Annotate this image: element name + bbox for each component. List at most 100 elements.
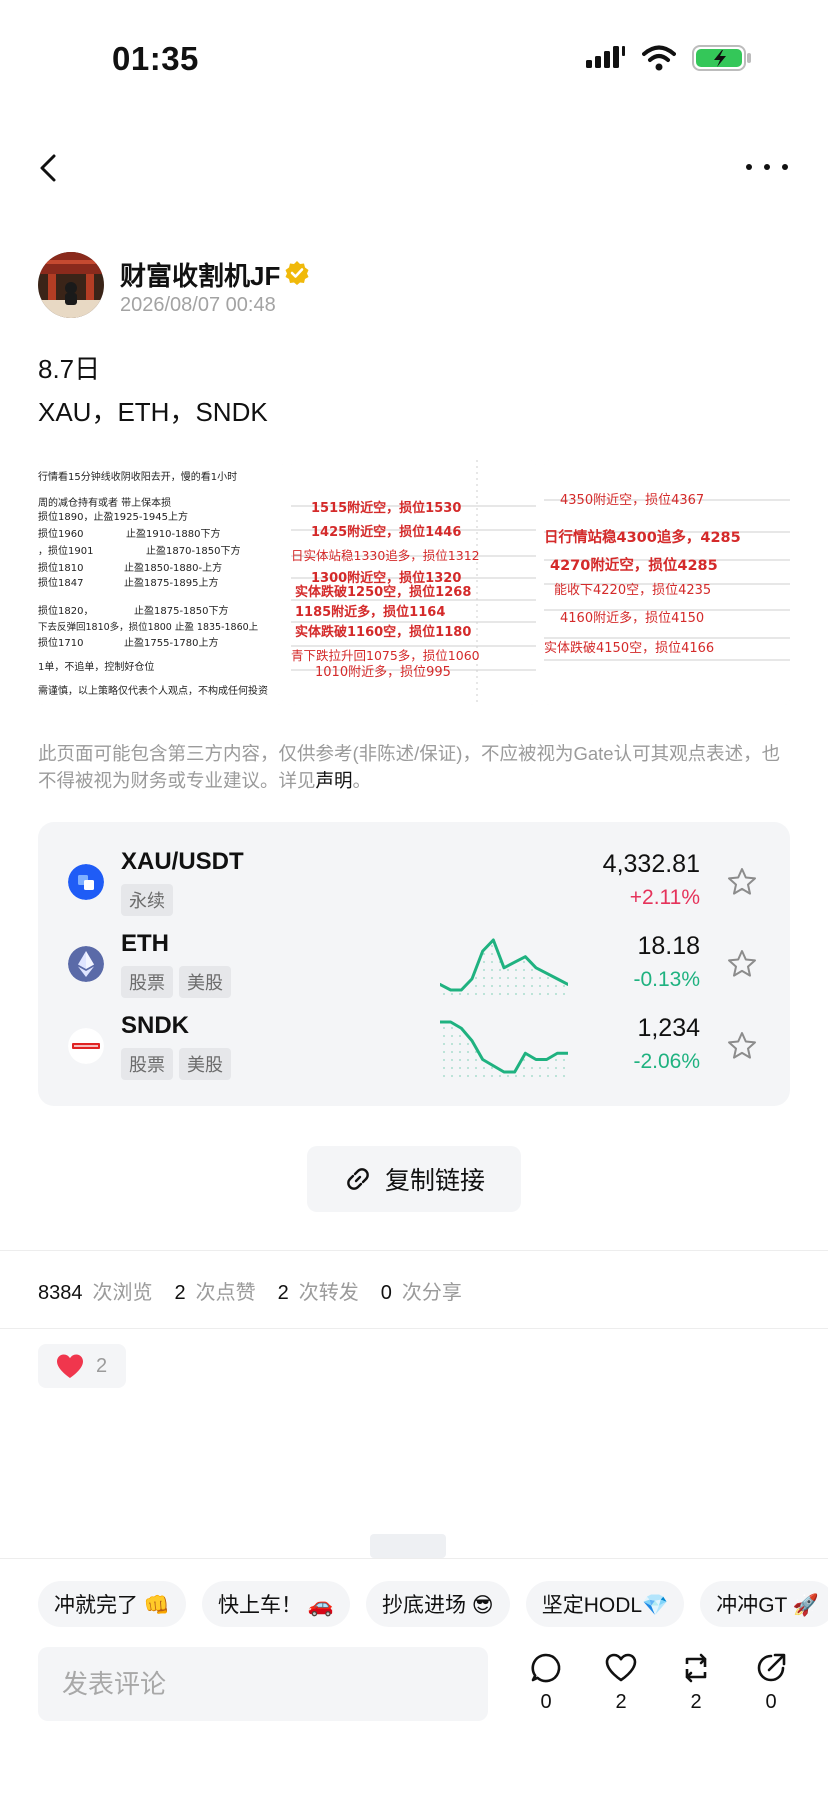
top-nav bbox=[0, 140, 828, 200]
sparkline-fill-dot bbox=[443, 1075, 445, 1077]
copy-link-button[interactable]: 复制链接 bbox=[307, 1146, 521, 1212]
sparkline-fill-dot bbox=[451, 1035, 453, 1037]
sparkline-fill-dot bbox=[539, 1067, 541, 1069]
sparkline-fill-dot bbox=[555, 1075, 557, 1077]
sparkline-fill-dot bbox=[515, 1075, 517, 1077]
img1-text: 止盈1875-1850下方 bbox=[134, 604, 229, 617]
sparkline-fill-dot bbox=[547, 985, 549, 987]
img3-text: 4350附近空，损位4367 bbox=[560, 493, 704, 508]
sparkline-fill-dot bbox=[515, 985, 517, 987]
sparkline-fill-dot bbox=[547, 977, 549, 979]
sparkline-fill-dot bbox=[467, 1043, 469, 1045]
sparkline-fill-dot bbox=[483, 1067, 485, 1069]
market-row[interactable]: XAU/USDT 永续 4,332.81 +2.11% bbox=[38, 848, 790, 924]
repost-count: 2 bbox=[690, 1691, 702, 1713]
shares-label: 次分享 bbox=[401, 1282, 462, 1304]
like-heart-icon bbox=[605, 1653, 637, 1682]
market-row[interactable]: SNDK 股票 美股 1,234 -2.06% bbox=[38, 1012, 790, 1088]
img1-text: 损位1810 bbox=[38, 561, 83, 574]
share-action[interactable]: 0 bbox=[746, 1651, 796, 1727]
more-options-icon[interactable] bbox=[742, 152, 792, 182]
sparkline-fill-dot bbox=[483, 969, 485, 971]
copy-link-label: 复制链接 bbox=[384, 1167, 485, 1195]
sparkline-fill-dot bbox=[515, 969, 517, 971]
eth-icon bbox=[68, 946, 104, 982]
sparkline-fill-dot bbox=[499, 969, 501, 971]
img1-text: 需谨慎，以上策略仅代表个人观点，不构成任何投资 bbox=[38, 684, 268, 697]
sparkline-fill-dot bbox=[547, 993, 549, 995]
author-header[interactable]: 财富收割机JF 2026/08/07 00:48 bbox=[38, 252, 738, 322]
like-count: 2 bbox=[615, 1691, 627, 1713]
sparkline-fill-dot bbox=[491, 945, 493, 947]
sparkline-fill-dot bbox=[539, 1075, 541, 1077]
market-price: 4,332.81 bbox=[602, 850, 700, 878]
sparkline-fill-dot bbox=[563, 1075, 565, 1077]
sndk-logo-icon bbox=[68, 1028, 104, 1064]
sparkline-fill-dot bbox=[475, 977, 477, 979]
status-bar: 01:35 bbox=[0, 0, 828, 110]
sparkline-fill-dot bbox=[547, 1075, 549, 1077]
sparkline-fill-dot bbox=[523, 1075, 525, 1077]
heart-icon bbox=[57, 1354, 83, 1378]
divider bbox=[0, 1250, 828, 1251]
sparkline-fill-dot bbox=[531, 1067, 533, 1069]
comment-action[interactable]: 0 bbox=[521, 1651, 571, 1727]
sparkline-fill-dot bbox=[467, 1067, 469, 1069]
img2-text: 实体跌破1160空，损位1180 bbox=[295, 624, 471, 640]
img3-text: 4270附近空，损位4285 bbox=[550, 556, 718, 574]
sparkline-fill-dot bbox=[499, 985, 501, 987]
disclaimer-link[interactable]: 声明 bbox=[316, 770, 353, 791]
xau-token-icon bbox=[68, 864, 104, 900]
sparkline-fill-dot bbox=[475, 1075, 477, 1077]
sparkline-fill-dot bbox=[475, 993, 477, 995]
sparkline-fill-dot bbox=[555, 985, 557, 987]
author-name[interactable]: 财富收割机JF bbox=[120, 256, 280, 293]
star-icon[interactable] bbox=[726, 866, 758, 898]
like-action[interactable]: 2 bbox=[596, 1651, 646, 1727]
sparkline-fill-dot bbox=[539, 985, 541, 987]
sparkline-fill-dot bbox=[443, 1027, 445, 1029]
sparkline-fill-dot bbox=[507, 977, 509, 979]
back-chevron-icon[interactable] bbox=[30, 148, 70, 188]
shares-count: 0 bbox=[380, 1282, 392, 1304]
sparkline-fill-dot bbox=[523, 993, 525, 995]
img1-text: 止盈1850-1880-上方 bbox=[124, 561, 222, 574]
sparkline-line bbox=[440, 1020, 568, 1074]
sparkline-fill-dot bbox=[459, 1075, 461, 1077]
star-icon[interactable] bbox=[726, 1030, 758, 1062]
sparkline-fill-dot bbox=[491, 961, 493, 963]
market-row[interactable]: ETH 股票 美股 18.18 -0.13% bbox=[38, 930, 790, 1006]
sparkline-fill-dot bbox=[451, 1067, 453, 1069]
quick-reply-chip[interactable]: 快上车！ 🚗 bbox=[201, 1581, 350, 1627]
star-icon[interactable] bbox=[726, 948, 758, 980]
sparkline-fill-dot bbox=[555, 1067, 557, 1069]
sparkline-fill-dot bbox=[491, 993, 493, 995]
repost-action[interactable]: 2 bbox=[671, 1651, 721, 1727]
market-change: -2.06% bbox=[633, 1050, 700, 1073]
heart-reaction[interactable]: 2 bbox=[38, 1344, 126, 1388]
sparkline-fill-dot bbox=[443, 1059, 445, 1061]
sparkline-fill-dot bbox=[467, 993, 469, 995]
reaction-count: 2 bbox=[96, 1354, 108, 1377]
sparkline-fill-dot bbox=[491, 1075, 493, 1077]
quick-reply-chip[interactable]: 坚定HODL💎 bbox=[525, 1581, 685, 1627]
sparkline-fill-dot bbox=[483, 993, 485, 995]
share-count: 0 bbox=[765, 1691, 777, 1713]
post-image-2[interactable]: 1515附近空，损位1530 1425附近空，损位1446 日实体站稳1330追… bbox=[291, 460, 536, 705]
post-image-1[interactable]: 行情看15分钟线收阴收阳去开，慢的看1小时 周的减仓持有或者 带上保本损 损位1… bbox=[38, 460, 283, 705]
quick-reply-chip[interactable]: 抄底进场 😎 bbox=[365, 1581, 510, 1627]
likes-label: 次点赞 bbox=[195, 1282, 256, 1304]
comment-input[interactable] bbox=[38, 1647, 488, 1721]
sparkline-fill-dot bbox=[451, 1075, 453, 1077]
sparkline-fill-dot bbox=[531, 977, 533, 979]
img2-text: 青下跌拉升回1075多，损位1060 bbox=[291, 648, 480, 663]
avatar[interactable] bbox=[38, 252, 104, 318]
sparkline-fill-dot bbox=[483, 977, 485, 979]
sparkline-fill-dot bbox=[459, 1051, 461, 1053]
sparkline-fill-dot bbox=[443, 1043, 445, 1045]
post-image-3[interactable]: 4350附近空，损位4367 日行情站稳4300追多，4285 4270附近空，… bbox=[544, 460, 790, 705]
quick-reply-chip[interactable]: 冲就完了 👊 bbox=[38, 1581, 186, 1627]
quick-reply-chip[interactable]: 冲冲GT 🚀 bbox=[700, 1581, 828, 1627]
market-symbol: XAU/USDT bbox=[121, 848, 244, 875]
sparkline-fill-dot bbox=[531, 985, 533, 987]
